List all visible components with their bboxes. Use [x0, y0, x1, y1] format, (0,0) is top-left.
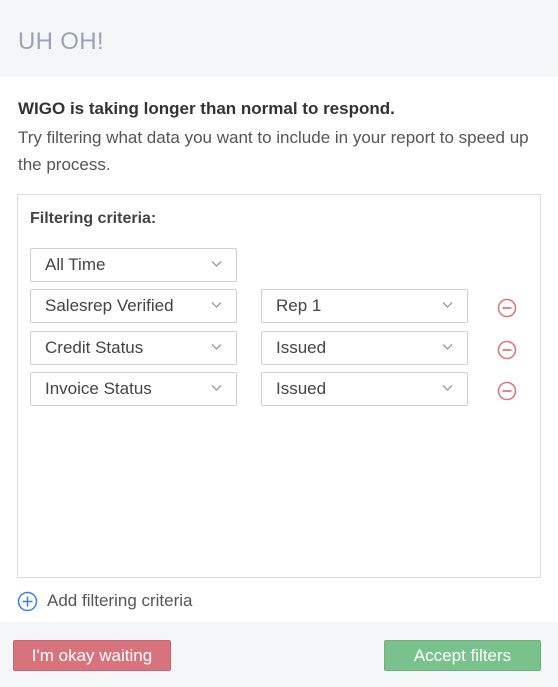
minus-circle-icon[interactable]	[497, 298, 517, 318]
criteria-field-value: Invoice Status	[45, 379, 152, 398]
dialog-header: UH OH!	[0, 0, 558, 77]
criteria-value: Rep 1	[276, 296, 322, 315]
dialog-footer: I'm okay waiting Accept filters	[0, 622, 558, 687]
minus-circle-icon[interactable]	[497, 381, 517, 401]
criteria-field-value: Salesrep Verified	[45, 296, 174, 315]
criteria-field-select-3[interactable]: Invoice Status	[30, 372, 237, 406]
filtering-criteria-panel: Filtering criteria: All Time Salesrep Ve…	[17, 194, 541, 578]
add-filtering-criteria-label: Add filtering criteria	[47, 591, 193, 610]
criteria-value: Issued	[276, 379, 327, 398]
accept-filters-button[interactable]: Accept filters	[384, 640, 541, 671]
time-range-value: All Time	[45, 255, 106, 274]
chevron-down-icon	[442, 385, 453, 391]
criteria-field-value: Credit Status	[45, 338, 144, 357]
chevron-down-icon	[442, 302, 453, 308]
chevron-down-icon	[211, 385, 222, 391]
okay-waiting-button[interactable]: I'm okay waiting	[13, 640, 171, 671]
plus-circle-icon	[17, 591, 38, 611]
criteria-field-select-1[interactable]: Salesrep Verified	[30, 289, 237, 323]
criteria-value-select-2[interactable]: Issued	[261, 331, 468, 365]
minus-circle-icon[interactable]	[497, 340, 517, 360]
filter-dialog: UH OH! WIGO is taking longer than normal…	[0, 0, 558, 687]
chevron-down-icon	[442, 344, 453, 350]
suggestion-message: Try filtering what data you want to incl…	[18, 128, 529, 174]
criteria-value-select-3[interactable]: Issued	[261, 372, 468, 406]
filtering-criteria-label: Filtering criteria:	[30, 210, 157, 227]
time-range-select[interactable]: All Time	[30, 248, 237, 282]
chevron-down-icon	[211, 261, 222, 267]
warning-message: WIGO is taking longer than normal to res…	[18, 99, 395, 118]
criteria-value-select-1[interactable]: Rep 1	[261, 289, 468, 323]
add-filtering-criteria-button[interactable]: Add filtering criteria	[17, 590, 193, 612]
chevron-down-icon	[211, 344, 222, 350]
chevron-down-icon	[211, 302, 222, 308]
criteria-field-select-2[interactable]: Credit Status	[30, 331, 237, 365]
dialog-title: UH OH!	[18, 28, 104, 55]
criteria-value: Issued	[276, 338, 327, 357]
